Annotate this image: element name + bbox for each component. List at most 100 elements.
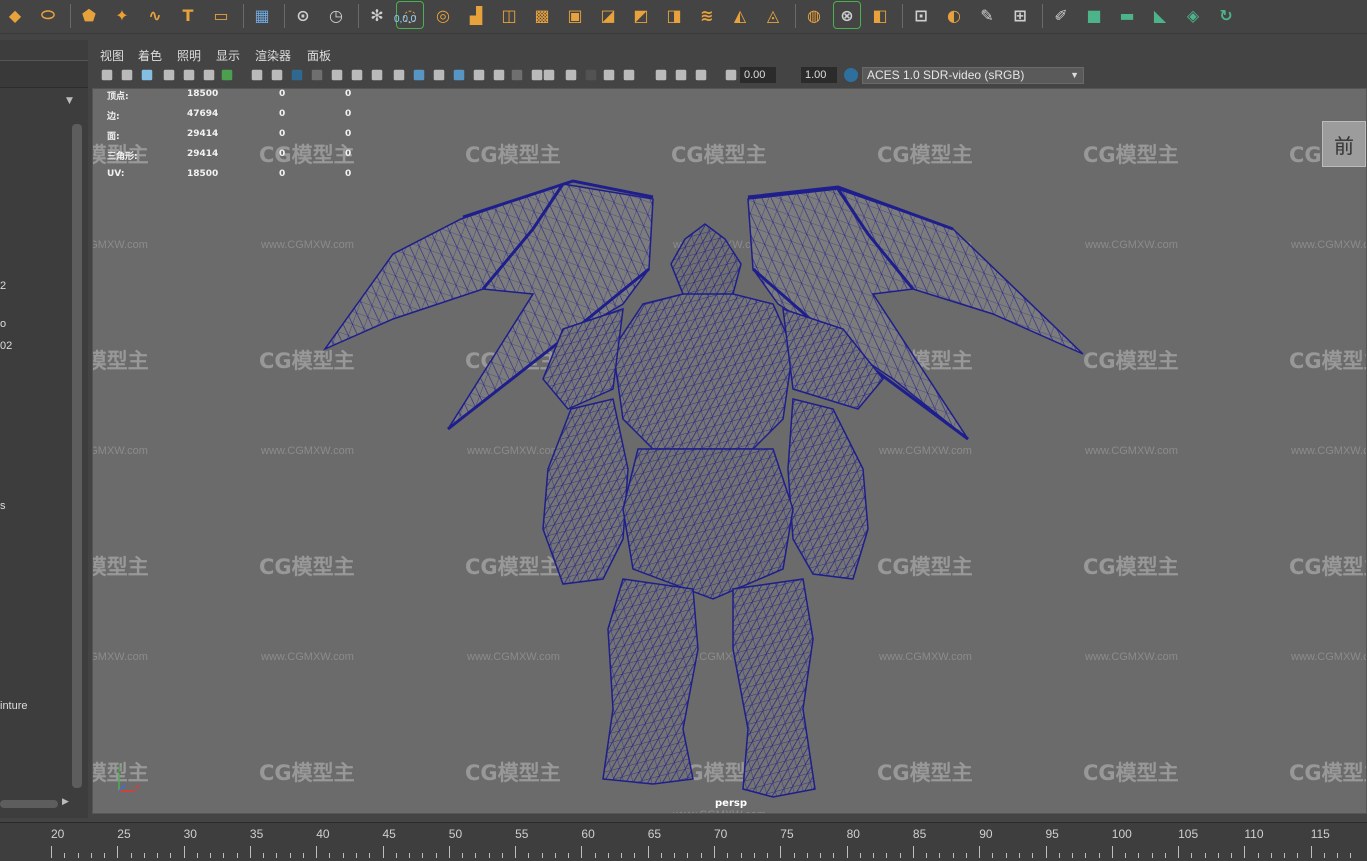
viewport-tool-icon[interactable] <box>695 69 707 81</box>
3d-viewport[interactable]: CG模型主CG模型主CG模型主CG模型主CG模型主CG模型主CG模型主CG模型主… <box>92 88 1367 814</box>
viewport-tool-icon[interactable] <box>203 69 215 81</box>
viewport-tool-icon[interactable] <box>603 69 615 81</box>
target-weld-icon[interactable]: ⊗ <box>833 1 861 29</box>
stack-planes-icon[interactable]: ≋ <box>694 2 720 28</box>
scroll-right-arrow-icon[interactable]: ▶ <box>62 797 69 807</box>
multi-cut-icon[interactable]: ◬ <box>760 2 786 28</box>
brush-icon[interactable]: ✐ <box>1048 2 1074 28</box>
viewport-tool-icon[interactable] <box>433 69 445 81</box>
viewport-tool-icon[interactable] <box>163 69 175 81</box>
svg-icon[interactable]: ▭ <box>208 2 234 28</box>
frame-tick <box>342 853 344 858</box>
gamma-field[interactable]: 1.00 <box>801 67 837 83</box>
wireframe-model[interactable] <box>93 89 1367 814</box>
color-space-select[interactable]: ACES 1.0 SDR-video (sRGB) ▼ <box>862 67 1084 84</box>
flip-plane-icon[interactable]: ◧ <box>867 2 893 28</box>
green-cube-icon[interactable]: ■ <box>1081 2 1107 28</box>
viewport-tool-icon[interactable] <box>675 69 687 81</box>
menu-item-3[interactable]: 显示 <box>216 47 240 64</box>
viewport-tool-icon[interactable] <box>453 69 465 81</box>
magnify-icon[interactable]: ⊙ <box>290 2 316 28</box>
time-slider[interactable]: 20 25 30 35 40 45 50 55 60 65 70 75 80 85 90 95 100 105 11… <box>0 822 1367 861</box>
viewport-tool-icon[interactable] <box>331 69 343 81</box>
cube-primitive-icon[interactable]: ◆ <box>2 2 28 28</box>
viewport-tool-icon[interactable] <box>531 69 543 81</box>
sphere-wire-icon[interactable]: ◍ <box>801 2 827 28</box>
viewport-tool-icon[interactable] <box>311 69 323 81</box>
outliner-horizontal-scrollbar[interactable] <box>0 800 58 808</box>
green-twist-icon[interactable]: ↻ <box>1213 2 1239 28</box>
viewport-tool-icon[interactable] <box>221 69 233 81</box>
outliner-search-bar[interactable] <box>0 60 88 88</box>
view-cube-front[interactable]: 前 <box>1322 121 1366 167</box>
viewport-tool-icon[interactable] <box>413 69 425 81</box>
outliner-item[interactable]: inture <box>0 700 28 712</box>
viewport-tool-icon[interactable] <box>141 69 153 81</box>
menu-item-4[interactable]: 渲染器 <box>255 47 291 64</box>
color-management-icon[interactable] <box>844 68 858 82</box>
star-sparkle-icon[interactable]: ✦ <box>109 2 135 28</box>
frame-label: 45 <box>382 827 396 841</box>
svg-curve-icon[interactable]: ∿ <box>142 2 168 28</box>
green-cylinder-icon[interactable]: ▬ <box>1114 2 1140 28</box>
circle-layer-icon[interactable]: ◎ <box>430 2 456 28</box>
menu-item-5[interactable]: 面板 <box>307 47 331 64</box>
snowflake-coords-icon[interactable]: ✻ <box>364 2 390 28</box>
outliner-item[interactable]: 02 <box>0 340 12 352</box>
bridge-icon[interactable]: ◫ <box>496 2 522 28</box>
outliner-item[interactable]: s <box>0 500 6 512</box>
exposure-field[interactable]: 0.00 <box>740 67 776 83</box>
hud-selected: 0 <box>279 89 286 99</box>
viewport-tool-icon[interactable] <box>565 69 577 81</box>
outliner-item[interactable]: o <box>0 318 6 330</box>
separate-icon[interactable]: ◩ <box>628 2 654 28</box>
combine-icon[interactable]: ◪ <box>595 2 621 28</box>
viewport-tool-icon[interactable] <box>725 69 737 81</box>
checker-icon[interactable]: ▩ <box>529 2 555 28</box>
sphere-primitive-icon[interactable]: ⬭ <box>35 2 61 28</box>
text-type-icon[interactable]: T <box>175 2 201 28</box>
smooth-icon[interactable]: ▣ <box>562 2 588 28</box>
extrude-icon[interactable]: ▟ <box>463 2 489 28</box>
viewport-tool-icon[interactable] <box>393 69 405 81</box>
viewport-tool-icon[interactable] <box>655 69 667 81</box>
green-cone-icon[interactable]: ◣ <box>1147 2 1173 28</box>
uv-sphere-icon[interactable]: ◐ <box>941 2 967 28</box>
frame-tick <box>965 853 967 858</box>
bevel-icon[interactable]: ◭ <box>727 2 753 28</box>
axis-y-label: y <box>117 764 122 773</box>
frame-tick <box>899 853 901 858</box>
frame-tick <box>687 853 689 858</box>
menu-item-0[interactable]: 视图 <box>100 47 124 64</box>
menu-item-1[interactable]: 着色 <box>138 47 162 64</box>
uv-frame-icon[interactable]: ⊡ <box>908 2 934 28</box>
viewport-tool-icon[interactable] <box>585 69 597 81</box>
viewport-tool-icon[interactable] <box>473 69 485 81</box>
viewport-tool-icon[interactable] <box>183 69 195 81</box>
booleans-icon[interactable]: ◨ <box>661 2 687 28</box>
pencil-icon[interactable]: ✎ <box>974 2 1000 28</box>
viewport-tool-icon[interactable] <box>493 69 505 81</box>
viewport-tool-icon[interactable] <box>371 69 383 81</box>
viewport-tool-icon[interactable] <box>543 69 555 81</box>
outliner-item[interactable]: 2 <box>0 280 6 292</box>
viewport-tool-icon[interactable] <box>351 69 363 81</box>
green-shape-icon[interactable]: ◈ <box>1180 2 1206 28</box>
frame-tick <box>952 853 954 858</box>
viewport-tool-icon[interactable] <box>271 69 283 81</box>
grid-panel-icon[interactable]: ▦ <box>249 2 275 28</box>
uv-box-icon[interactable]: ⊞ <box>1007 2 1033 28</box>
outliner-vertical-scrollbar[interactable] <box>72 124 82 788</box>
viewport-tool-icon[interactable] <box>101 69 113 81</box>
polyhedron-icon[interactable]: ⬟ <box>76 2 102 28</box>
viewport-tool-icon[interactable] <box>623 69 635 81</box>
menu-item-2[interactable]: 照明 <box>177 47 201 64</box>
stopwatch-icon[interactable]: ◷ <box>323 2 349 28</box>
viewport-tool-icon[interactable] <box>291 69 303 81</box>
viewport-tool-icon[interactable] <box>251 69 263 81</box>
outliner-dropdown-icon[interactable]: ▼ <box>66 96 73 106</box>
frame-tick <box>501 853 503 858</box>
viewport-tool-icon[interactable] <box>121 69 133 81</box>
frame-tick <box>117 846 119 858</box>
viewport-tool-icon[interactable] <box>511 69 523 81</box>
